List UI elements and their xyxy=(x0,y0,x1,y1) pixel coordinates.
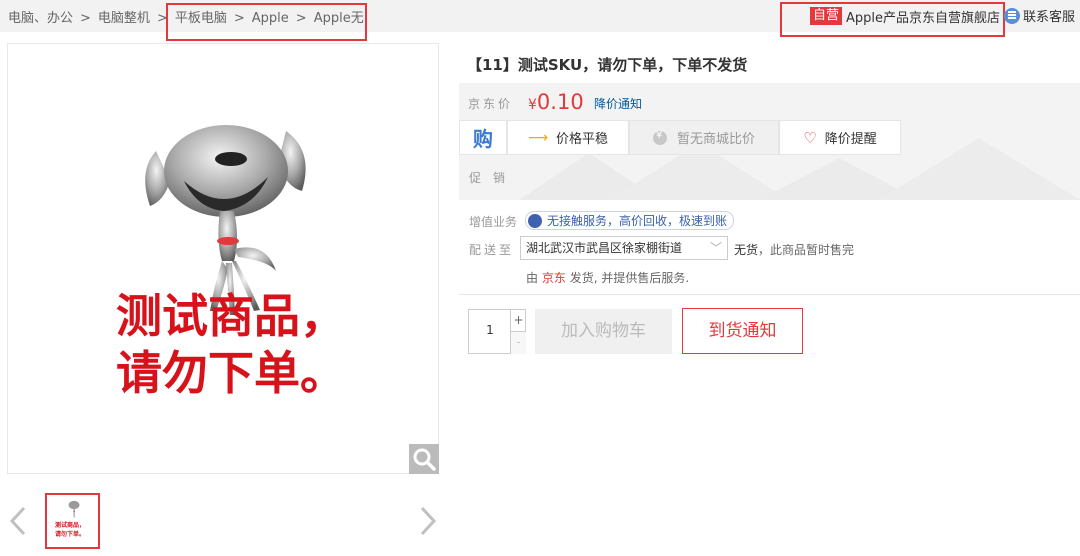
service-icon xyxy=(528,213,542,228)
breadcrumb-item-category[interactable]: 电脑、办公 xyxy=(8,7,73,26)
currency-symbol: ¥ xyxy=(528,97,537,113)
coin-icon xyxy=(652,130,667,145)
tab-price-stable[interactable]: ⟶ 价格平稳 xyxy=(507,120,629,155)
price-drop-notice-link[interactable]: 降价通知 xyxy=(594,95,642,112)
main-product-image[interactable]: 测试商品， 请勿下单。 xyxy=(7,43,439,474)
caption-line-1: 测试商品， xyxy=(116,289,346,343)
thumbnail-caption: 测试商品， 请勿下单。 xyxy=(55,521,85,539)
stock-status-text: 无货 xyxy=(734,243,759,257)
stock-status: 无货，此商品暂时售完 xyxy=(734,241,854,258)
price-number: 0.10 xyxy=(536,90,584,114)
supplier-name-link[interactable]: 京东 xyxy=(542,271,566,285)
magnifier-icon xyxy=(413,448,436,471)
self-operated-badge: 自营 xyxy=(810,7,843,25)
quantity-stepper: 1 + - xyxy=(468,309,526,354)
quantity-increase-button[interactable]: + xyxy=(510,310,526,332)
price-trend-tabs: 购 ⟶ 价格平稳 暂无商城比价 ♡ 降价提醒 xyxy=(459,120,901,155)
arrival-notice-button[interactable]: 到货通知 xyxy=(682,308,803,354)
contact-service-label: 联系客服 xyxy=(1023,10,1076,25)
heart-icon: ♡ xyxy=(803,128,817,147)
promotion-label: 促销 xyxy=(469,171,518,185)
supplier-prefix: 由 xyxy=(526,271,539,285)
supplier-suffix: 发货, 并提供售后服务. xyxy=(569,271,690,285)
address-selector[interactable]: 湖北武汉市武昌区徐家棚街道 ﹀ xyxy=(520,236,728,260)
tab-price-alert[interactable]: ♡ 降价提醒 xyxy=(779,120,901,155)
breadcrumb-highlight-box xyxy=(166,3,367,41)
thumbnail-selected[interactable]: 测试商品， 请勿下单。 xyxy=(45,493,100,549)
tab-no-compare[interactable]: 暂无商城比价 xyxy=(629,120,779,155)
chevron-left-icon xyxy=(9,506,26,536)
contact-service-link[interactable]: 联系客服 xyxy=(1004,6,1075,25)
section-divider xyxy=(459,294,1080,295)
ship-to-label: 配送至 xyxy=(469,243,515,257)
add-to-cart-button[interactable]: 加入购物车 xyxy=(535,309,672,354)
thumbnail-mascot-image xyxy=(68,500,80,518)
arrow-right-icon: ⟶ xyxy=(527,129,549,146)
gou-logo[interactable]: 购 xyxy=(459,120,507,155)
stock-note: ，此商品暂时售完 xyxy=(758,243,855,257)
thumbnail-caption-line-1: 测试商品， xyxy=(55,522,86,529)
price-label: 京东价 xyxy=(468,97,514,111)
address-text: 湖北武汉市武昌区徐家棚街道 xyxy=(526,241,683,255)
value-added-service-tag[interactable]: 无接触服务，高价回收，极速到账 xyxy=(525,211,735,230)
chevron-right-icon xyxy=(420,506,437,536)
thumbnail-prev-button[interactable] xyxy=(8,504,28,544)
thumbnail-next-button[interactable] xyxy=(418,504,438,544)
tab-no-compare-label: 暂无商城比价 xyxy=(676,132,755,147)
quantity-decrease-button[interactable]: - xyxy=(510,332,526,354)
test-product-caption: 测试商品， 请勿下单。 xyxy=(116,288,346,402)
value-added-service-text: 无接触服务，高价回收，极速到账 xyxy=(547,214,728,228)
thumbnail-caption-line-2: 请勿下单。 xyxy=(55,531,86,538)
chat-icon xyxy=(1004,7,1020,24)
tab-price-alert-label: 降价提醒 xyxy=(824,132,877,147)
tab-price-stable-label: 价格平稳 xyxy=(556,132,609,147)
zoom-button[interactable] xyxy=(409,444,439,474)
breadcrumb-separator: > xyxy=(80,11,91,26)
shop-name-link[interactable]: Apple产品京东自营旗舰店 xyxy=(846,7,1000,26)
breadcrumb-item-computers[interactable]: 电脑整机 xyxy=(98,7,150,26)
product-title: 【11】测试SKU，请勿下单，下单不发货 xyxy=(467,56,748,74)
chevron-down-icon: ﹀ xyxy=(709,241,722,255)
quantity-input[interactable]: 1 xyxy=(469,323,511,337)
price-value: ¥0.10 xyxy=(528,90,584,114)
caption-line-2: 请勿下单。 xyxy=(116,346,346,400)
value-added-label: 增值业务 xyxy=(469,215,518,229)
price-panel: 京东价 ¥0.10 降价通知 购 ⟶ 价格平稳 暂无商城比价 ♡ 降价提醒 促销 xyxy=(459,83,1080,200)
supplier-info: 由 京东 发货, 并提供售后服务. xyxy=(526,269,689,286)
